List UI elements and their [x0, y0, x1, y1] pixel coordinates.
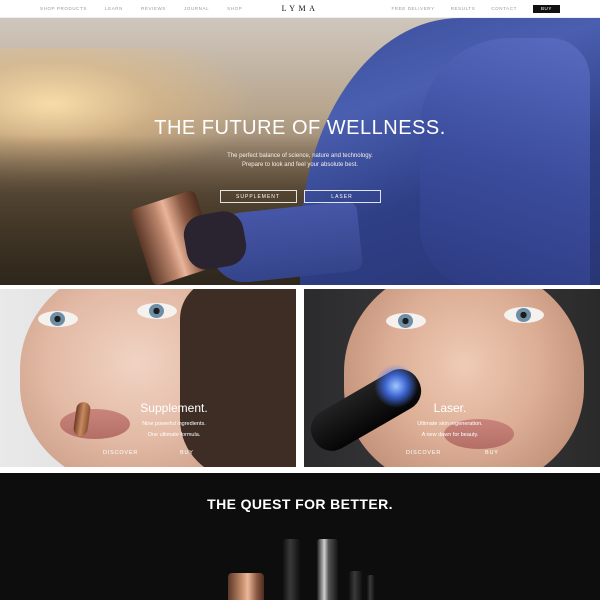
- nav-link-results[interactable]: Results: [451, 6, 476, 11]
- nav-link-learn[interactable]: Learn: [105, 6, 123, 11]
- laser-button[interactable]: LASER: [303, 190, 381, 203]
- model-eye: [137, 303, 177, 319]
- nav-left-links: Shop Products Learn Reviews Journal Shop: [40, 0, 242, 17]
- hero-banner: THE FUTURE OF WELLNESS. The perfect bala…: [0, 18, 600, 285]
- supplement-card-title: Supplement.: [140, 401, 208, 415]
- quest-title: THE QUEST FOR BETTER.: [207, 496, 393, 512]
- product-tube: [283, 539, 301, 600]
- quest-section: THE QUEST FOR BETTER.: [0, 473, 600, 600]
- model-eye: [504, 307, 544, 323]
- supplement-desc-line-2: One ultimate formula.: [147, 432, 201, 438]
- product-tube: [349, 571, 363, 600]
- laser-discover-link[interactable]: DISCOVER: [406, 450, 441, 456]
- laser-card-title: Laser.: [433, 401, 467, 415]
- laser-card-description: Ultimate skin regeneration. A new dawn f…: [376, 419, 524, 441]
- hero-subtitle-line-1: The perfect balance of science, nature a…: [227, 153, 373, 159]
- supplement-discover-link[interactable]: DISCOVER: [103, 450, 138, 456]
- laser-desc-line-1: Ultimate skin regeneration.: [417, 421, 483, 427]
- model-eye: [386, 313, 426, 329]
- supplement-buy-link[interactable]: BUY: [180, 450, 194, 456]
- supplement-card-description: Nine powerful ingredients. One ultimate …: [100, 419, 248, 441]
- supplement-button[interactable]: SUPPLEMENT: [219, 190, 297, 203]
- nav-link-reviews[interactable]: Reviews: [141, 6, 166, 11]
- nav-link-contact[interactable]: Contact: [491, 6, 517, 11]
- product-jar: [228, 573, 264, 600]
- product-tube: [367, 575, 375, 600]
- top-navigation: Shop Products Learn Reviews Journal Shop…: [0, 0, 600, 18]
- laser-buy-link[interactable]: BUY: [485, 450, 499, 456]
- model-eye: [38, 311, 78, 327]
- nav-link-shop-products[interactable]: Shop Products: [40, 6, 87, 11]
- hero-buttons: SUPPLEMENT LASER: [0, 190, 600, 203]
- supplement-desc-line-1: Nine powerful ingredients.: [142, 421, 206, 427]
- hero-title: THE FUTURE OF WELLNESS.: [154, 117, 446, 139]
- nav-link-shop[interactable]: Shop: [227, 6, 242, 11]
- hero-subtitle: The perfect balance of science, nature a…: [0, 152, 600, 170]
- laser-card[interactable]: Laser. Ultimate skin regeneration. A new…: [304, 289, 600, 467]
- nav-buy-button[interactable]: BUY: [532, 4, 560, 13]
- laser-desc-line-2: A new dawn for beauty.: [421, 432, 479, 438]
- product-tube: [317, 539, 338, 600]
- supplement-card[interactable]: Supplement. Nine powerful ingredients. O…: [0, 289, 296, 467]
- nav-link-journal[interactable]: Journal: [184, 6, 209, 11]
- brand-logo[interactable]: LYMA: [282, 4, 319, 13]
- nav-link-free-delivery[interactable]: Free Delivery: [391, 6, 434, 11]
- nav-right-links: Free Delivery Results Contact BUY: [391, 0, 560, 17]
- hero-subtitle-line-2: Prepare to look and feel your absolute b…: [241, 162, 359, 168]
